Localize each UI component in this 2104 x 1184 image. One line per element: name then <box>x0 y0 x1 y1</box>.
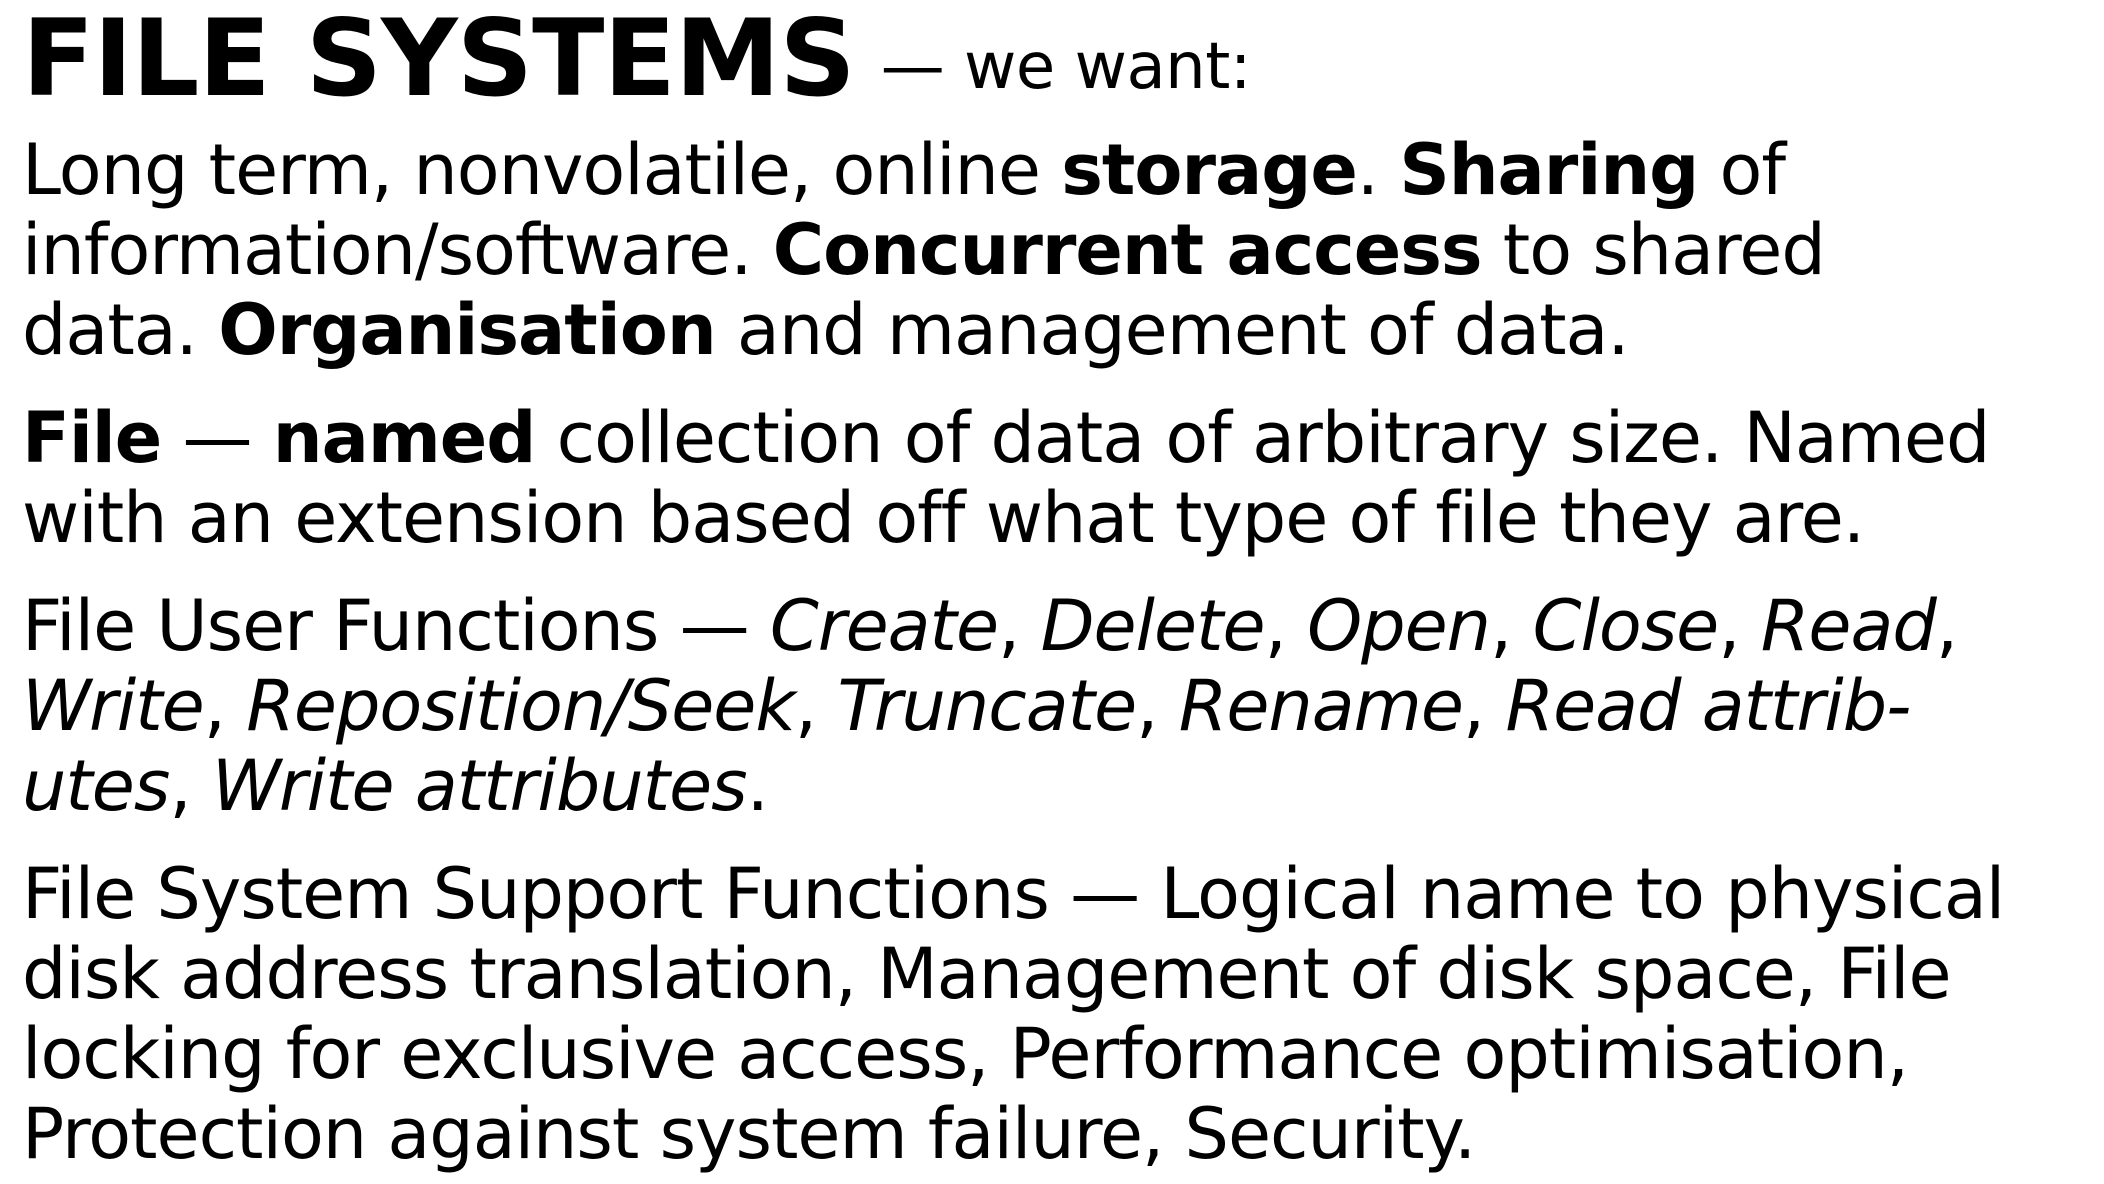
text: Long term, nonvolatile, online <box>22 129 1062 211</box>
text: , <box>203 665 247 747</box>
intro-paragraph: Long term, nonvolatile, online storage. … <box>22 130 2092 370</box>
user-functions-line-3: utes, Write attributes. <box>22 746 2092 826</box>
text: , <box>1136 665 1179 747</box>
support-functions-line-4: Protection against system failure, Secur… <box>22 1093 1476 1175</box>
text: . <box>1356 129 1400 211</box>
text: . <box>746 745 769 827</box>
text: information/software. <box>22 209 773 291</box>
function-reposition-seek: Reposition/Seek <box>246 665 796 747</box>
function-delete: Delete <box>1040 585 1266 667</box>
function-truncate: Truncate <box>837 665 1137 747</box>
text: of <box>1698 129 1786 211</box>
support-functions-line-3: locking for exclusive access, Performanc… <box>22 1013 1909 1095</box>
support-functions-line-2: disk address translation, Management of … <box>22 933 1952 1015</box>
emphasis-file: File <box>22 397 162 479</box>
text: , <box>1935 585 1958 667</box>
function-create: Create <box>769 585 999 667</box>
text: and management of data. <box>715 289 1630 371</box>
function-open: Open <box>1307 585 1491 667</box>
file-def-line-1: File — named collection of data of arbit… <box>22 398 2092 478</box>
function-read-attributes-cont: utes <box>22 745 170 827</box>
user-functions-paragraph: File User Functions — Create, Delete, Op… <box>22 586 2092 826</box>
emphasis-named: named <box>272 397 537 479</box>
text: File User Functions — <box>22 585 770 667</box>
emphasis-concurrent-access: Concurrent access <box>772 209 1483 291</box>
user-functions-line-1: File User Functions — Create, Delete, Op… <box>22 586 2092 666</box>
support-functions-paragraph: File System Support Functions — Logical … <box>22 854 2092 1174</box>
text: , <box>998 585 1041 667</box>
text: data. <box>22 289 219 371</box>
title-row: FILE SYSTEMS — we want: <box>22 0 2092 118</box>
text: to shared <box>1481 209 1826 291</box>
text: collection of data of arbitrary size. Na… <box>535 397 1991 479</box>
text: , <box>1718 585 1761 667</box>
text: , <box>1264 585 1308 667</box>
slide-title-suffix: — we want: <box>880 30 1252 104</box>
emphasis-organisation: Organisation <box>218 289 716 371</box>
function-rename: Rename <box>1178 665 1464 747</box>
file-definition-paragraph: File — named collection of data of arbit… <box>22 398 2092 558</box>
text: , <box>1490 585 1533 667</box>
function-write-attributes: Write attributes <box>211 745 748 827</box>
support-functions-line-1: File System Support Functions — Logical … <box>22 853 2005 935</box>
slide-title: FILE SYSTEMS <box>22 0 856 120</box>
intro-line-2: information/software. Concurrent access … <box>22 210 2092 290</box>
intro-line-1: Long term, nonvolatile, online storage. … <box>22 130 2092 210</box>
function-read: Read <box>1760 585 1937 667</box>
function-close: Close <box>1532 585 1720 667</box>
text: — <box>161 397 273 479</box>
text: , <box>1462 665 1506 747</box>
function-write: Write <box>22 665 205 747</box>
file-def-line-2: with an extension based off what type of… <box>22 477 1865 559</box>
emphasis-sharing: Sharing <box>1399 129 1699 211</box>
text: , <box>794 665 838 747</box>
function-read-attributes: Read attrib- <box>1505 665 1911 747</box>
slide: FILE SYSTEMS — we want: Long term, nonvol… <box>22 0 2092 1175</box>
intro-line-3: data. Organisation and management of dat… <box>22 290 2092 370</box>
user-functions-line-2: Write, Reposition/Seek, Truncate, Rename… <box>22 666 2092 746</box>
emphasis-storage: storage <box>1061 129 1358 211</box>
text: , <box>169 745 212 827</box>
